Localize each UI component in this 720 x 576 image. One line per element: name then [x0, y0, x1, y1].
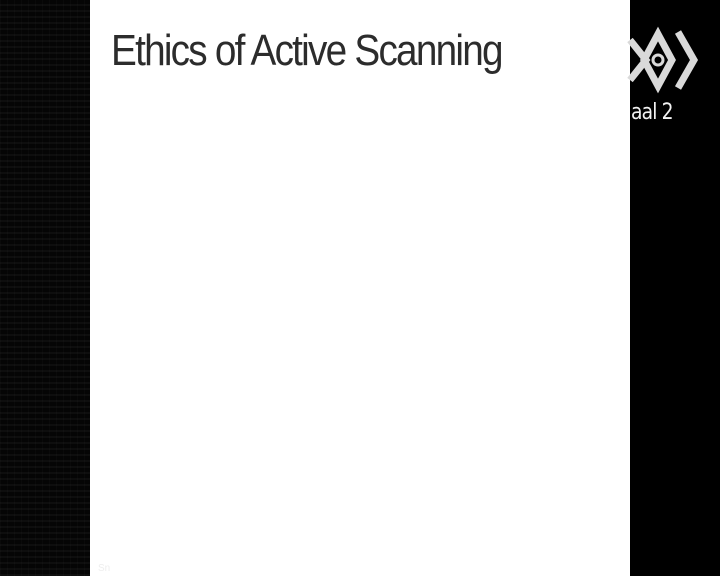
video-frame: Ethics of Active Scanning Sn aal 2 — [0, 0, 720, 576]
slide-footer: Sn — [98, 563, 111, 574]
slide-title: Ethics of Active Scanning — [111, 26, 504, 75]
presentation-slide: Ethics of Active Scanning Sn — [90, 0, 630, 576]
channel-name: aal 2 — [631, 100, 674, 125]
left-noise-strip — [0, 0, 90, 576]
